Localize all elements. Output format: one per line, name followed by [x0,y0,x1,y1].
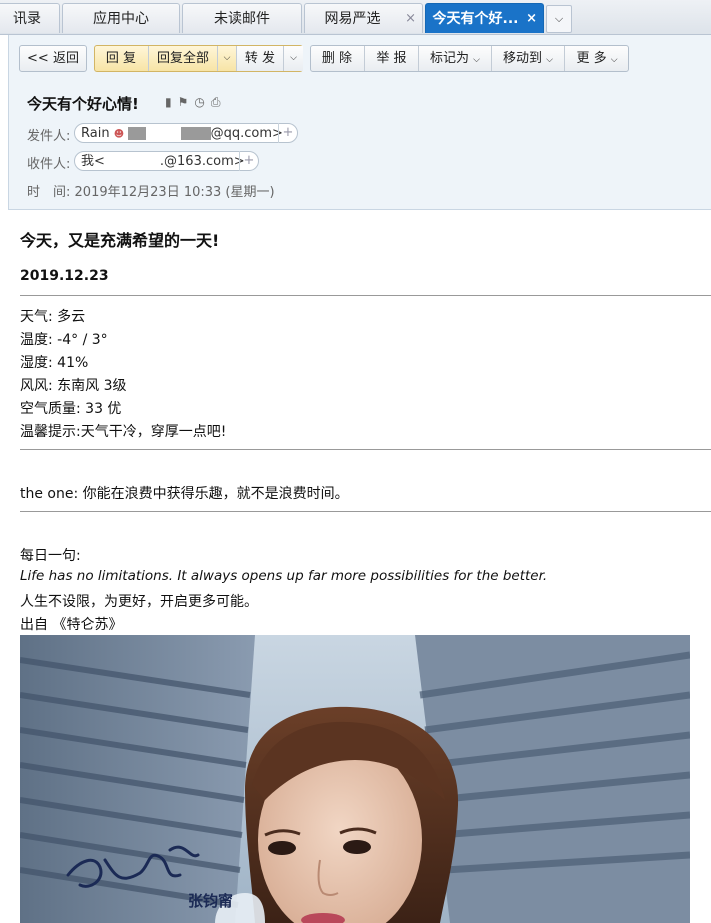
daily-photo: 张钧甯 [20,635,690,923]
divider [20,295,711,296]
air-quality-line: 空气质量: 33 优 [20,401,122,417]
chevron-down-icon: ⌵ [473,55,480,65]
print-icon[interactable]: ⎙ [211,95,227,109]
body-date: 2019.12.23 [20,268,109,284]
qq-badge-icon: ☻ [113,129,125,140]
humidity-line: 湿度: 41% [20,355,89,371]
quote-source: 出自 《特仑苏》 [20,617,123,633]
divider [20,511,711,512]
body-heading: 今天，又是充满希望的一天! [20,231,220,250]
chevron-down-icon: ⌵ [546,55,553,65]
tip-line: 温馨提示:天气干冷，穿厚一点吧! [20,424,227,440]
bookmark-icon[interactable]: ▮ [165,95,178,109]
tab-contacts[interactable]: 讯录 [0,3,60,33]
move-to-label: 移动到 [503,51,543,66]
forward-button[interactable]: 转 发 [236,46,283,71]
wind-line: 风风: 东南风 3级 [20,378,127,394]
report-button[interactable]: 举 报 [364,46,418,71]
time-value: 2019年12月23日 10:33 (星期一) [74,185,275,200]
tab-current-email[interactable]: 今天有个好... × [425,3,544,33]
close-icon[interactable]: × [405,4,416,33]
reply-button[interactable]: 回 复 [95,46,147,71]
sender-name: Rain [81,126,110,141]
tab-label: 应用中心 [93,11,149,27]
tab-list-dropdown-button[interactable]: ⌵ [546,5,572,33]
redacted-block [180,127,211,140]
recipient-label: 收件人: [27,157,71,172]
mark-as-button[interactable]: 标记为 ⌵ [418,46,491,71]
close-icon[interactable]: × [526,4,537,33]
daily-label: 每日一句: [20,548,81,564]
reply-all-dropdown-icon[interactable]: ⌵ [217,46,236,71]
tab-app-center[interactable]: 应用中心 [62,3,180,33]
back-button[interactable]: << 返回 [19,45,87,72]
tab-bar: 讯录 应用中心 未读邮件 网易严选 × 今天有个好... × ⌵ [0,0,711,35]
quote-chinese: 人生不设限，为更好，开启更多可能。 [20,594,258,610]
recipient-name: 我< [81,154,105,169]
weather-line: 天气: 多云 [20,309,86,325]
divider [20,449,711,450]
recipient-email: .@163.com> [159,154,245,169]
the-one-line: the one: 你能在浪费中获得乐趣，就不是浪费时间。 [20,486,349,502]
email-header: << 返回 回 复 回复全部 ⌵ 转 发 ⌵ 删 除 举 报 标记为 ⌵ 移动到… [8,35,711,210]
sender-chip[interactable]: Rain ☻ @qq.com> + [74,123,298,143]
recipient-chip[interactable]: 我< .@163.com> + [74,151,259,171]
sender-email: @qq.com> [210,126,283,141]
tab-label: 未读邮件 [214,11,270,27]
mark-as-label: 标记为 [430,51,470,66]
add-contact-icon[interactable]: + [278,123,297,143]
tab-yanxuan[interactable]: 网易严选 × [304,3,423,33]
move-to-button[interactable]: 移动到 ⌵ [491,46,564,71]
chevron-down-icon: ⌵ [554,12,564,25]
redacted-block [128,127,147,140]
reply-all-button[interactable]: 回复全部 [148,46,217,71]
tab-label: 讯录 [13,11,41,27]
chevron-down-icon: ⌵ [610,55,618,65]
sent-time: 时 间: 2019年12月23日 10:33 (星期一) [27,181,275,200]
sender-label: 发件人: [27,129,71,144]
tab-unread-mail[interactable]: 未读邮件 [182,3,302,33]
subject-icons: ▮⚑◷⎙ [165,95,226,110]
add-contact-icon[interactable]: + [239,151,258,171]
temperature-line: 温度: -4° / 3° [20,332,108,348]
action-group: 删 除 举 报 标记为 ⌵ 移动到 ⌵ 更 多 ⌵ [310,45,629,72]
reply-group: 回 复 回复全部 ⌵ 转 发 ⌵ [94,45,303,72]
delete-button[interactable]: 删 除 [311,46,363,71]
more-label: 更 多 [576,51,607,66]
time-label: 时 间: [27,185,71,200]
photo-signature-name: 张钧甯 [188,892,234,910]
flag-icon[interactable]: ⚑ [178,95,195,109]
more-button[interactable]: 更 多 ⌵ [564,46,629,71]
quote-english: Life has no limitations. It always opens… [20,568,548,584]
tab-label: 今天有个好... [432,11,519,27]
tab-label: 网易严选 [324,11,381,27]
email-subject: 今天有个好心情! [27,95,139,113]
clock-icon[interactable]: ◷ [194,95,210,109]
forward-dropdown-icon[interactable]: ⌵ [283,46,303,71]
photo-illustration [20,635,690,923]
